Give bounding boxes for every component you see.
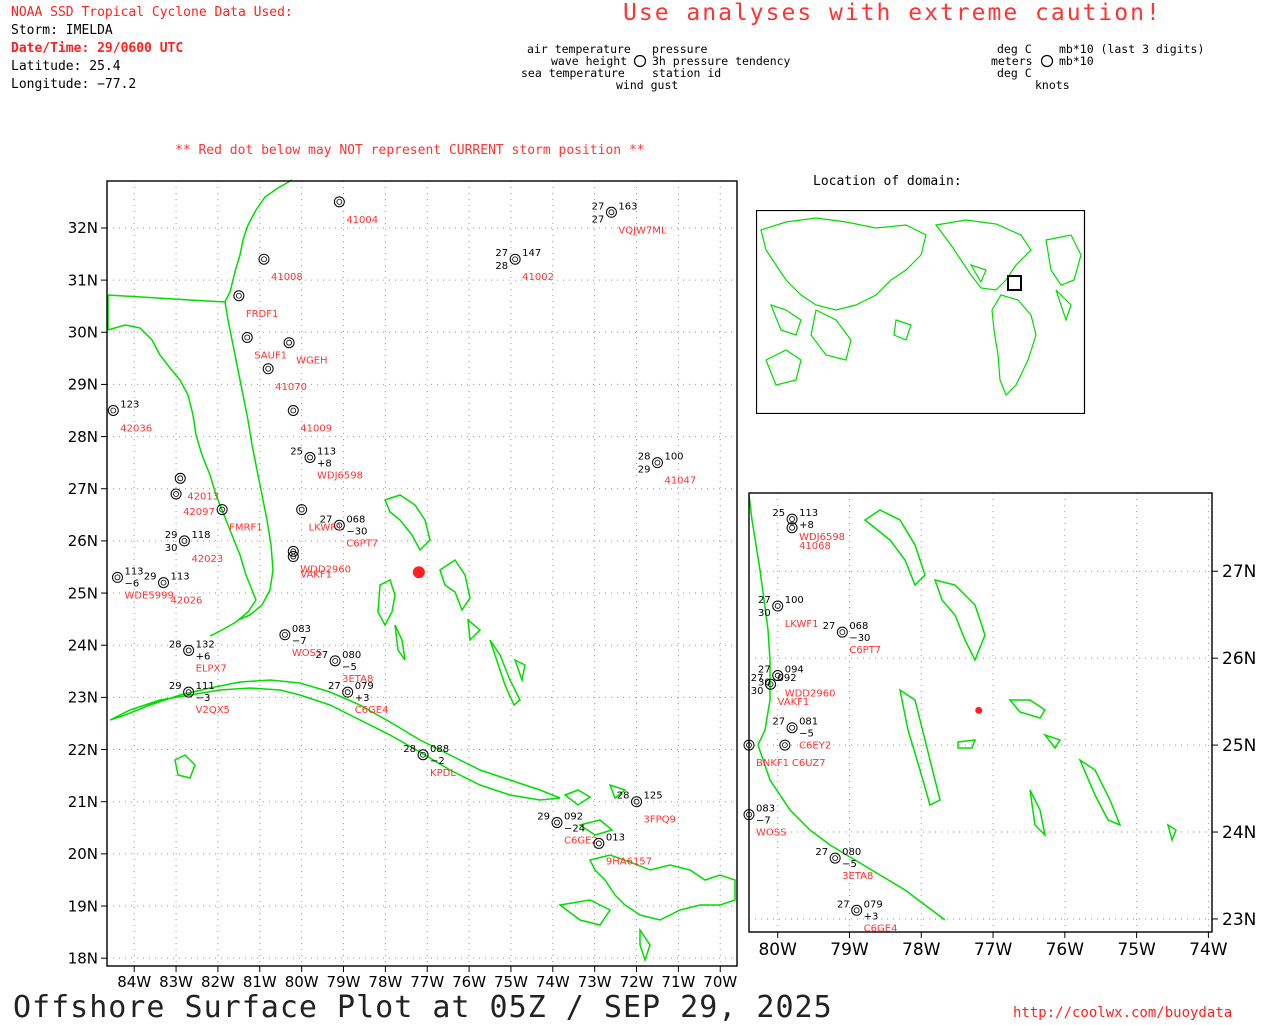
station-id: WOSS <box>756 828 786 839</box>
plot-title: Offshore Surface Plot at 05Z / SEP 29, 2… <box>13 990 833 1025</box>
station-air-temp: 25 <box>772 508 785 519</box>
station-circle-icon <box>836 626 848 638</box>
station-inner-circle-icon <box>789 724 795 731</box>
station-id: BNKF1 <box>756 758 789 769</box>
station-pressure: 100 <box>785 595 804 606</box>
station-pressure: 081 <box>799 717 818 728</box>
station-id: C6EY2 <box>799 741 831 752</box>
inset-station[interactable]: 27 080−53ETA8 <box>815 847 873 882</box>
station-id: C6GE4 <box>864 923 898 934</box>
station-inner-circle-icon <box>832 855 839 862</box>
station-air-temp: 27 <box>772 717 785 728</box>
station-sea-temp: 30 <box>758 608 771 619</box>
station-inner-circle-icon <box>789 524 795 531</box>
station-pressure: 092 <box>778 673 797 684</box>
station-tendency: −7 <box>756 816 771 827</box>
inset-lat-label: 26N <box>1222 649 1256 669</box>
station-id: VAKF1 <box>778 697 810 708</box>
station-inner-circle-icon <box>789 516 795 522</box>
station-inner-circle-icon <box>839 629 846 635</box>
inset-lat-label: 23N <box>1222 910 1256 930</box>
inset-lon-label: 74W <box>1189 940 1228 960</box>
station-pressure: 080 <box>842 847 861 858</box>
station-pressure: 079 <box>864 899 883 910</box>
station-circle-icon <box>786 722 798 734</box>
station-circle-icon <box>772 600 784 612</box>
inset-station[interactable]: 083−7WOSS <box>743 804 786 839</box>
station-inner-circle-icon <box>853 907 860 914</box>
station-tendency: −30 <box>849 633 870 644</box>
inset-lon-label: 78W <box>902 940 941 960</box>
inset-lon-label: 76W <box>1046 940 1085 960</box>
station-circle-icon <box>829 852 841 864</box>
station-sea-temp: 30 <box>751 686 764 697</box>
inset-map[interactable]: 27N 26N 25N 24N 23N 80W 79W 78W 77W 76W 75W 74W 25 1… <box>0 0 1280 980</box>
station-air-temp: 27 <box>837 899 850 910</box>
inset-lon-label: 75W <box>1117 940 1156 960</box>
inset-station[interactable]: 25 113+8WDJ6598 <box>772 508 845 543</box>
inset-map-coastlines <box>748 494 1177 921</box>
station-air-temp: 27 <box>758 595 771 606</box>
station-air-temp: 27 <box>751 673 764 684</box>
inset-station[interactable]: 27 081−5C6EY2 <box>772 717 831 752</box>
station-pressure: 083 <box>756 804 775 815</box>
station-tendency: −5 <box>842 859 857 870</box>
station-air-temp: 27 <box>815 847 828 858</box>
inset-lat-label: 24N <box>1222 823 1256 843</box>
inset-map-gridlines <box>749 493 1218 938</box>
station-tendency: −5 <box>799 729 814 740</box>
station-circle-icon <box>779 739 791 751</box>
inset-lon-label: 79W <box>830 940 869 960</box>
station-id: LKWF1 <box>785 619 819 630</box>
station-circle-icon <box>851 904 863 916</box>
station-id: C6PT7 <box>849 645 881 656</box>
station-id: 3ETA8 <box>842 871 873 882</box>
station-tendency: +8 <box>799 520 814 531</box>
station-tendency: +3 <box>864 911 879 922</box>
station-pressure: 068 <box>849 621 868 632</box>
source-url[interactable]: http://coolwx.com/buoydata <box>1013 1005 1232 1021</box>
station-id: C6UZ7 <box>792 758 826 769</box>
station-air-temp: 27 <box>823 621 836 632</box>
station-pressure: 113 <box>799 508 818 519</box>
inset-lon-label: 77W <box>974 940 1013 960</box>
station-inner-circle-icon <box>781 742 788 748</box>
inset-lat-label: 27N <box>1222 562 1256 582</box>
inset-station[interactable]: 27 079+3C6GE4 <box>837 899 898 934</box>
station-id: 41068 <box>799 541 831 552</box>
inset-lon-label: 80W <box>758 940 797 960</box>
inset-storm-position-dot <box>975 706 983 714</box>
inset-lat-label: 25N <box>1222 736 1256 756</box>
inset-station[interactable]: 27 068−30C6PT7 <box>823 621 882 656</box>
